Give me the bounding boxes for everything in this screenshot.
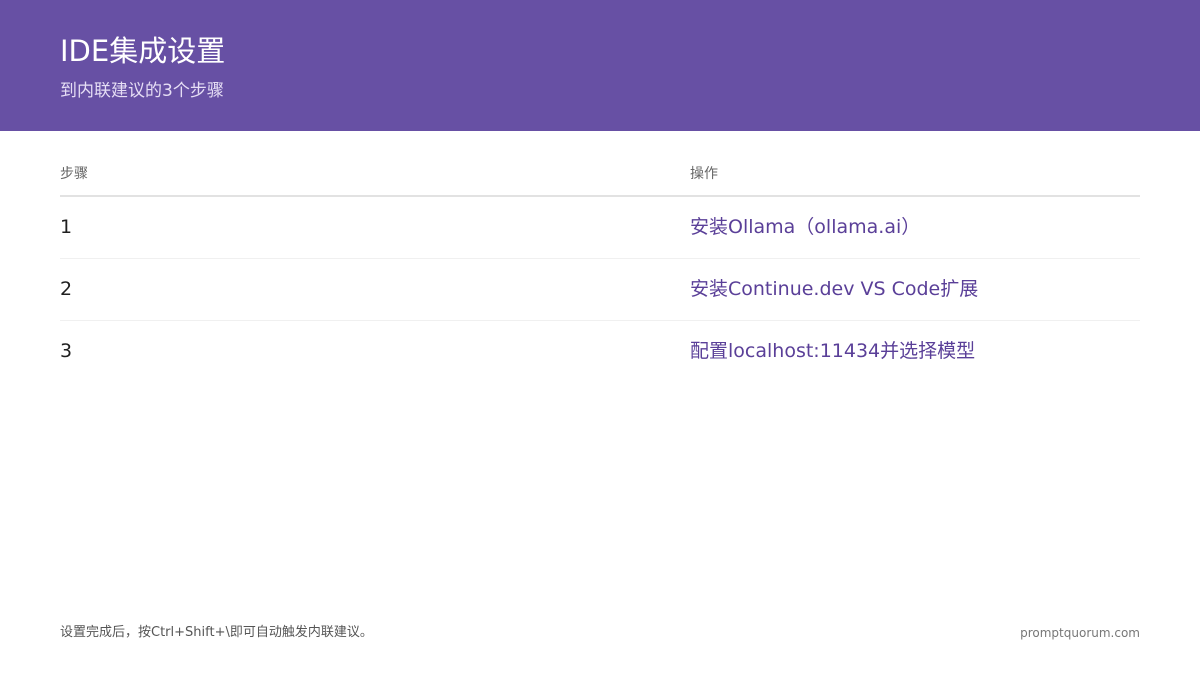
page-title: IDE集成设置 [60, 34, 226, 68]
step-number: 1 [60, 216, 73, 238]
step-action: 安装Ollama（ollama.ai） [690, 216, 921, 238]
steps-table: 步骤 操作 1 安装Ollama（ollama.ai） 2 安装Continue… [60, 155, 1140, 382]
page-subtitle: 到内联建议的3个步骤 [60, 81, 224, 101]
step-number: 2 [60, 278, 73, 300]
footer-note: 设置完成后，按Ctrl+Shift+\即可自动触发内联建议。 [60, 625, 373, 640]
step-action: 安装Continue.dev VS Code扩展 [690, 278, 979, 300]
step-action: 配置localhost:11434并选择模型 [690, 340, 976, 362]
table-row: 2 安装Continue.dev VS Code扩展 [60, 259, 1140, 321]
step-number: 3 [60, 340, 73, 362]
table-row: 3 配置localhost:11434并选择模型 [60, 321, 1140, 382]
table-row: 1 安装Ollama（ollama.ai） [60, 197, 1140, 259]
table-header-row: 步骤 操作 [60, 155, 1140, 197]
footer-site: promptquorum.com [1020, 626, 1140, 640]
column-header-step: 步骤 [60, 166, 88, 182]
column-header-action: 操作 [690, 166, 718, 182]
header-banner: IDE集成设置 到内联建议的3个步骤 [0, 0, 1200, 131]
